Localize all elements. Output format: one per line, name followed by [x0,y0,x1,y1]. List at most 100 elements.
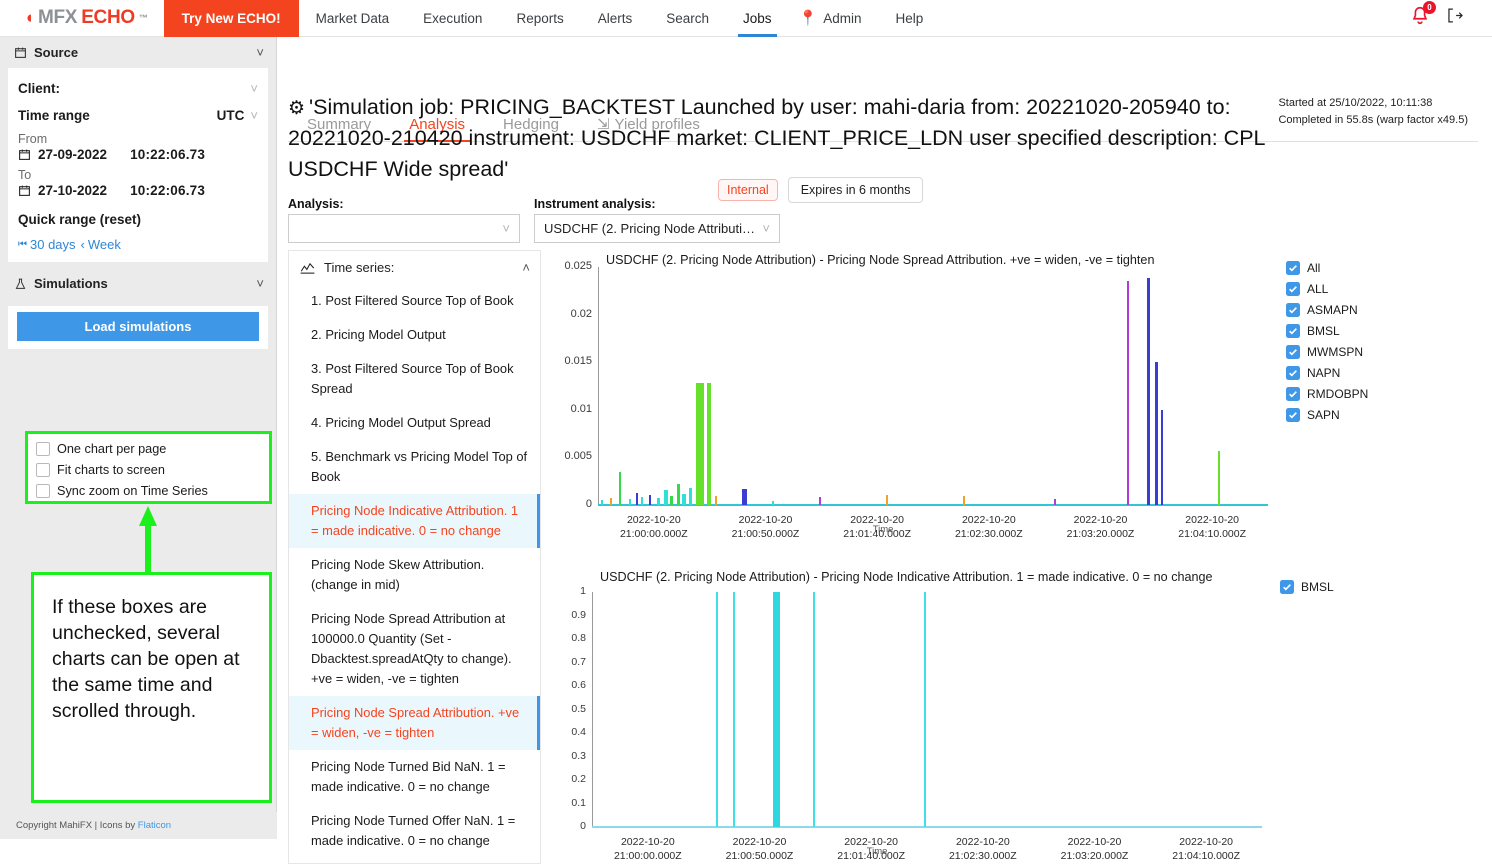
client-field-row[interactable]: Client: ˅ [18,74,258,101]
time-series-item[interactable]: Pricing Node Skew Attribution. (change i… [289,548,540,602]
to-datetime-row[interactable]: 27-10-2022 10:22:06.73 [18,182,258,200]
time-series-item[interactable]: Pricing Node Turned Bid NaN. 1 = made in… [289,750,540,804]
time-series-item[interactable]: 4. Pricing Model Output Spread [289,406,540,440]
checkbox-bmsl[interactable] [1286,323,1300,338]
legend-item[interactable]: BMSL [1286,320,1368,341]
time-series-panel-header[interactable]: Time series: ˄ [289,251,540,284]
checkbox-asmapn[interactable] [1286,302,1300,317]
time-series-item[interactable]: 3. Post Filtered Source Top of Book Spre… [289,352,540,406]
time-series-items: 1. Post Filtered Source Top of Book 2. Pr… [289,284,540,858]
flaticon-link[interactable]: Flaticon [138,820,171,831]
flask-icon [15,278,26,289]
legend-item[interactable]: SAPN [1286,404,1368,425]
source-panel-header[interactable]: Source ˅ [0,37,276,68]
nav-item-market-data[interactable]: Market Data [299,0,407,37]
from-datetime-row[interactable]: 27-09-2022 10:22:06.73 [18,146,258,164]
nav-item-search[interactable]: Search [649,0,726,37]
legend-item[interactable]: MWMSPN [1286,341,1368,362]
checkbox-all[interactable] [1286,260,1300,275]
nav-item-execution[interactable]: Execution [406,0,499,37]
time-series-item[interactable]: 2. Pricing Model Output [289,318,540,352]
checkbox-all[interactable] [1286,281,1300,296]
logout-icon [1448,8,1463,23]
time-series-item[interactable]: Pricing Node Indicative Attribution. 1 =… [289,494,540,548]
quick-range-label[interactable]: Quick range (reset) [18,200,258,229]
chevron-down-icon[interactable]: ˅ [256,45,264,60]
calendar-icon [19,185,30,196]
legend-item[interactable]: NAPN [1286,362,1368,383]
time-series-item[interactable]: 5. Benchmark vs Pricing Model Top of Boo… [289,440,540,494]
logout-button[interactable] [1445,6,1464,30]
option-one-chart-per-page[interactable]: One chart per page [36,438,269,459]
time-series-panel-title: Time series: [324,260,395,275]
nav-item-help[interactable]: Help [879,0,941,37]
option-sync-zoom[interactable]: Sync zoom on Time Series [36,480,269,501]
chevron-left-icon: ‹ [80,237,85,252]
time-series-item[interactable]: Pricing Node Turned Offer NaN. 1 = made … [289,804,540,858]
checkbox-mwmspn[interactable] [1286,344,1300,359]
legend-item[interactable]: BMSL [1280,576,1334,597]
nav-item-jobs[interactable]: Jobs [726,0,789,37]
brand-logo[interactable]: ◖ MFX ECHO ™ [0,7,164,29]
chart-pricing-node-indicative-attribution: USDCHF (2. Pricing Node Attribution) - P… [550,570,1485,864]
to-label: To [18,168,32,182]
y-axis-tick-label: 0.8 [571,632,586,644]
to-time-value: 10:22:06.73 [130,183,206,198]
time-series-item[interactable]: Pricing Node Spread Attribution. +ve = w… [289,696,540,750]
simulations-panel-header[interactable]: Simulations ˅ [0,268,276,299]
chevron-down-icon[interactable]: ˅ [256,276,264,291]
quick-range-30-days[interactable]: ⏮ 30 days [18,237,76,252]
chart-data-spike [772,592,780,827]
option-fit-charts-to-screen[interactable]: Fit charts to screen [36,459,269,480]
checkbox-fit-charts-to-screen[interactable] [36,462,50,477]
legend-item[interactable]: RMDOBPN [1286,383,1368,404]
nav-item-admin[interactable]: Admin [821,0,878,37]
legend-item[interactable]: ASMAPN [1286,299,1368,320]
annotation-callout: If these boxes are unchecked, several ch… [31,572,272,803]
checkbox-bmsl[interactable] [1280,579,1294,594]
quick-range-week-label: Week [87,237,121,252]
chevron-up-icon[interactable]: ˄ [522,260,530,275]
y-axis-tick-label: 0.6 [571,679,586,691]
time-series-item[interactable]: Pricing Node Spread Attribution at 10000… [289,602,540,696]
brand-echo: ECHO [81,7,135,28]
try-new-echo-button[interactable]: Try New ECHO! [163,0,299,37]
checkbox-rmdobpn[interactable] [1286,386,1300,401]
y-axis-tick-label: 0 [580,820,586,832]
chevron-down-icon[interactable]: ˅ [250,108,258,123]
chart-plot-area[interactable] [598,267,1268,505]
chevron-down-icon[interactable]: ˅ [250,81,258,96]
chart-data-spike [963,496,966,505]
line-chart-icon [300,262,315,274]
legend-item-label: All [1307,260,1321,275]
instrument-select-group: Instrument analysis: USDCHF (2. Pricing … [534,197,780,243]
checkbox-sync-zoom[interactable] [36,483,50,498]
calendar-icon [19,149,30,160]
legend-item-label: ASMAPN [1307,302,1358,317]
quick-range-week[interactable]: ‹ Week [81,237,121,252]
y-axis-tick-label: 1 [580,585,586,597]
job-run-info: Started at 25/10/2022, 10:11:38 Complete… [1278,95,1468,128]
legend-item[interactable]: ALL [1286,278,1368,299]
time-series-item[interactable]: 1. Post Filtered Source Top of Book [289,284,540,318]
instrument-select[interactable]: USDCHF (2. Pricing Node Attributi… ˅ [534,214,780,243]
checkbox-one-chart-per-page[interactable] [36,441,50,456]
chart-data-spike [714,496,717,505]
nav-item-reports[interactable]: Reports [499,0,580,37]
nav-item-alerts[interactable]: Alerts [581,0,650,37]
analysis-select[interactable]: ˅ [288,214,520,243]
legend-item[interactable]: All [1286,257,1368,278]
option-one-chart-per-page-label: One chart per page [57,441,167,456]
from-label: From [18,132,48,146]
checkbox-sapn[interactable] [1286,407,1300,422]
notifications-bell[interactable]: 0 [1409,0,1436,32]
chart-plot-area[interactable] [592,592,1262,827]
chart-legend: All ALL ASMAPN BMSL MWMSPN NAPN RMDOBPN SAPN [1286,257,1368,425]
y-axis-tick-label: 0.1 [571,796,586,809]
chart-data-spike [715,592,718,827]
to-date-value: 27-10-2022 [38,183,108,198]
legend-item-label: BMSL [1301,579,1334,594]
load-simulations-button[interactable]: Load simulations [17,312,259,341]
legend-item-label: SAPN [1307,407,1340,422]
checkbox-napn[interactable] [1286,365,1300,380]
